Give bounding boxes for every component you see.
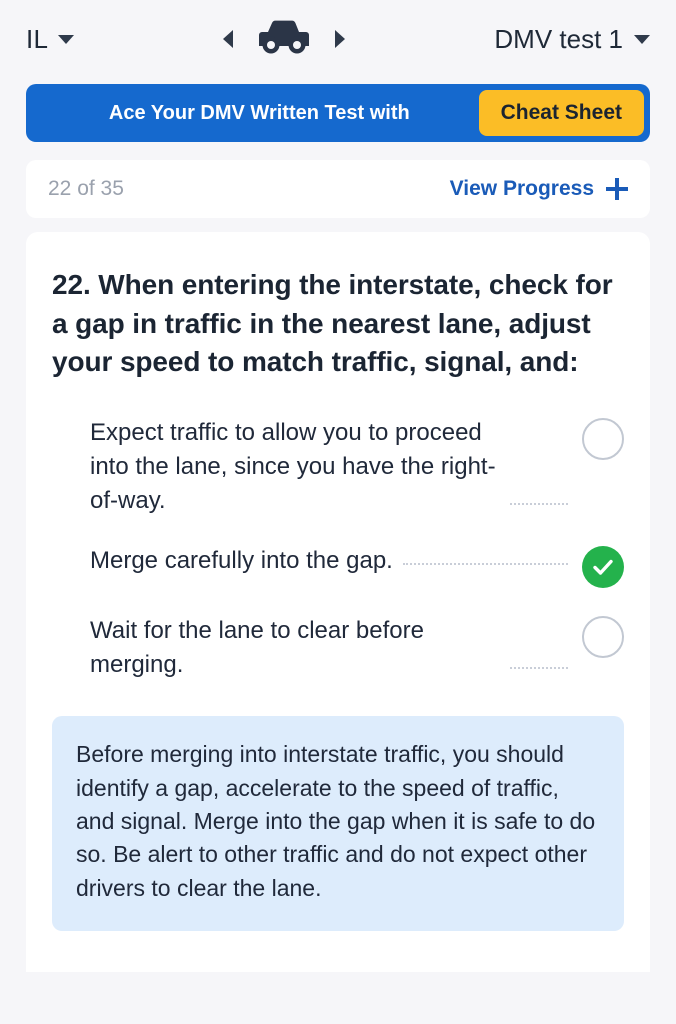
answer-body: Merge carefully into the gap. bbox=[90, 544, 578, 578]
state-label: IL bbox=[26, 23, 49, 54]
plus-icon bbox=[606, 178, 628, 200]
view-progress-button[interactable]: View Progress bbox=[450, 177, 628, 201]
explanation-box: Before merging into interstate traffic, … bbox=[52, 716, 624, 931]
chevron-down-icon bbox=[58, 34, 75, 44]
answer-body: Expect traffic to allow you to proceed i… bbox=[90, 416, 578, 518]
answer-leader-dots bbox=[402, 563, 568, 566]
radio-empty-icon[interactable] bbox=[582, 616, 624, 659]
explanation-text: Before merging into interstate traffic, … bbox=[76, 741, 596, 901]
check-circle-icon[interactable] bbox=[582, 546, 624, 589]
progress-count: 22 of 35 bbox=[48, 177, 124, 200]
answer-label: Merge carefully into the gap. bbox=[90, 547, 393, 575]
question-card: 22. When entering the interstate, check … bbox=[26, 232, 650, 972]
promo-banner[interactable]: Ace Your DMV Written Test with Cheat She… bbox=[26, 84, 650, 142]
answer-option-3[interactable]: Wait for the lane to clear before mergin… bbox=[90, 614, 624, 682]
answer-leader-dots bbox=[510, 503, 568, 506]
triangle-right-icon[interactable] bbox=[335, 30, 346, 48]
answer-option-2[interactable]: Merge carefully into the gap. bbox=[90, 544, 624, 589]
answer-list: Expect traffic to allow you to proceed i… bbox=[26, 416, 650, 682]
chevron-down-icon bbox=[634, 34, 650, 44]
app-header: IL DMV test 1 bbox=[0, 0, 676, 78]
view-progress-label: View Progress bbox=[449, 177, 594, 200]
promo-banner-text: Ace Your DMV Written Test with bbox=[108, 101, 410, 124]
test-selector[interactable]: DMV test 1 bbox=[494, 24, 650, 55]
answer-leader-dots bbox=[510, 667, 568, 670]
answer-body: Wait for the lane to clear before mergin… bbox=[90, 614, 578, 682]
cheat-sheet-button[interactable]: Cheat Sheet bbox=[478, 90, 644, 136]
state-selector[interactable]: IL bbox=[26, 23, 75, 55]
radio-empty-icon[interactable] bbox=[582, 417, 624, 460]
question-text: 22. When entering the interstate, check … bbox=[52, 269, 613, 378]
question-navigation bbox=[74, 20, 494, 59]
progress-strip: 22 of 35 View Progress bbox=[26, 160, 650, 218]
car-icon bbox=[255, 20, 313, 59]
test-label: DMV test 1 bbox=[494, 23, 623, 54]
answer-label: Wait for the lane to clear before mergin… bbox=[90, 617, 424, 679]
answer-label: Expect traffic to allow you to proceed i… bbox=[90, 418, 496, 515]
answer-option-1[interactable]: Expect traffic to allow you to proceed i… bbox=[90, 416, 624, 518]
triangle-left-icon[interactable] bbox=[223, 30, 234, 48]
